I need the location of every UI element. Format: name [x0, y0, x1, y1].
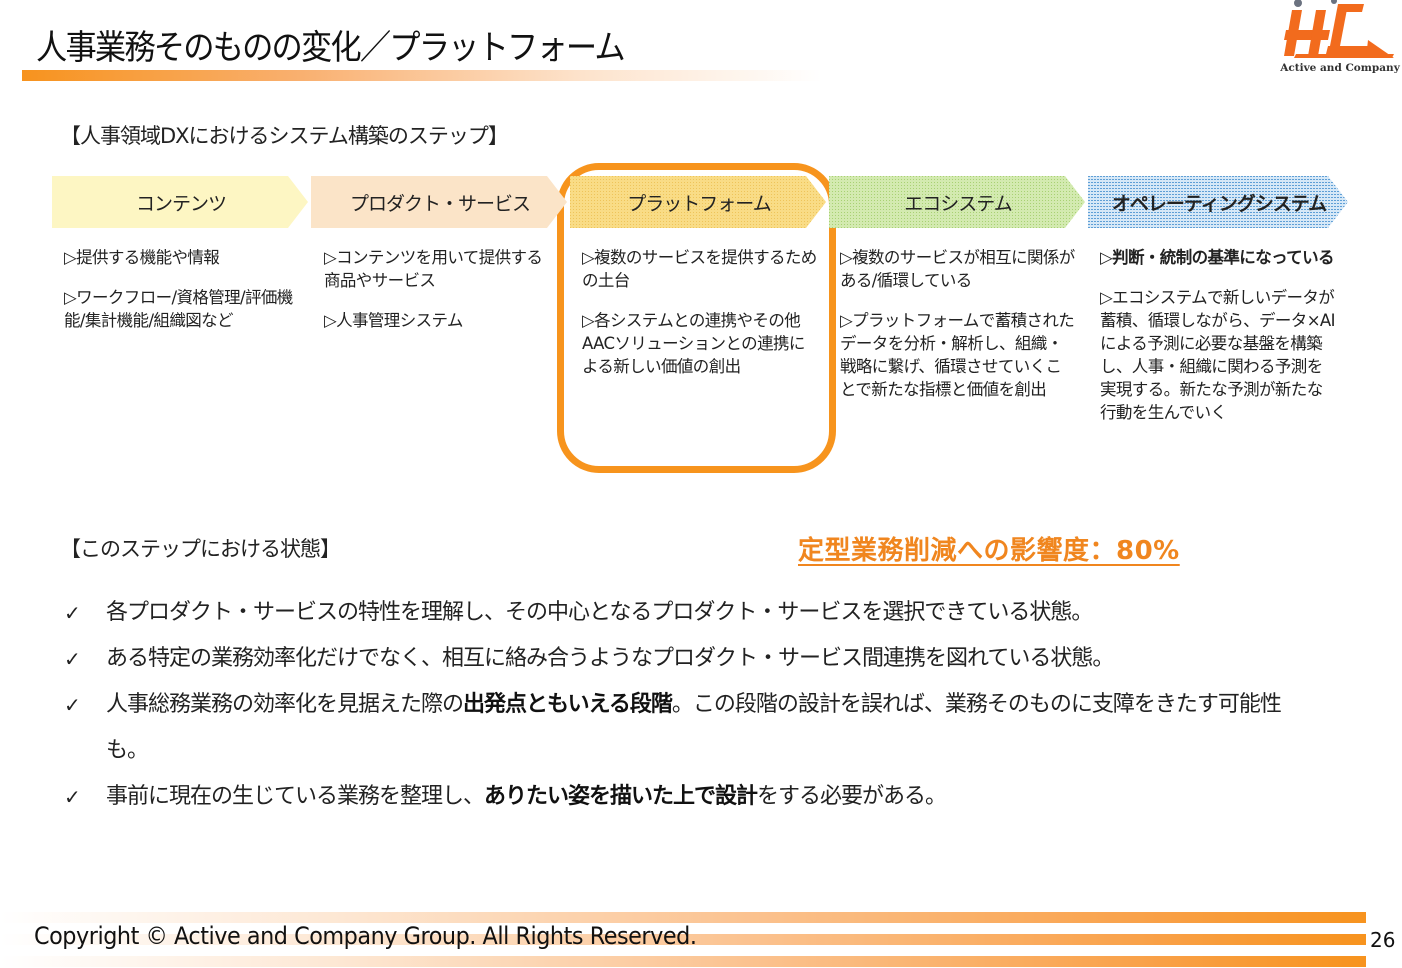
description-item: ▷複数のサービスが相互に関係がある/循環している [840, 248, 1075, 290]
description-item: ▷人事管理システム [324, 311, 463, 330]
step-description-platform: ▷複数のサービスを提供するための土台 ▷各システムとの連携やその他AACソリュー… [582, 246, 818, 395]
step-label: プラットフォーム [627, 192, 771, 215]
checklist-text: ある特定の業務効率化だけでなく、相互に絡み合うようなプロダクト・サービス間連携を… [106, 636, 1354, 682]
step-ecosystem: エコシステム [829, 176, 1087, 228]
checklist-item: ✓ 各プロダクト・サービスの特性を理解し、その中心となるプロダクト・サービスを選… [64, 590, 1354, 636]
description-item: ▷コンテンツを用いて提供する商品やサービス [324, 248, 543, 290]
step-platform: プラットフォーム [570, 176, 828, 228]
description-item: ▷各システムとの連携やその他AACソリューションとの連携による新しい価値の創出 [582, 311, 805, 376]
checklist-item: ✓ 人事総務業務の効率化を見据えた際の出発点ともいえる段階。この段階の設計を誤れ… [64, 682, 1354, 774]
impact-rate-label: 定型業務削減への影響度：80% [798, 536, 1180, 566]
text-segment: 事前に現在の生じている業務を整理し、 [106, 784, 485, 809]
step-label: エコシステム [904, 192, 1012, 215]
steps-section-title: 【人事領域DXにおけるシステム構築のステップ】 [60, 124, 509, 148]
title-underline-bar [22, 70, 822, 81]
checklist-item: ✓ ある特定の業務効率化だけでなく、相互に絡み合うようなプロダクト・サービス間連… [64, 636, 1354, 682]
checklist-text: 事前に現在の生じている業務を整理し、ありたい姿を描いた上で設計をする必要がある。 [106, 774, 1354, 820]
page-number: 26 [1370, 928, 1396, 952]
step-description-ecosystem: ▷複数のサービスが相互に関係がある/循環している ▷プラットフォームで蓄積された… [840, 246, 1076, 418]
description-item: ▷プラットフォームで蓄積されたデータを分析・解析し、組織・戦略に繋げ、循環させて… [840, 311, 1075, 399]
copyright-text: Copyright © Active and Company Group. Al… [34, 922, 697, 950]
checkmark-icon: ✓ [64, 785, 81, 809]
description-item: ▷複数のサービスを提供するための土台 [582, 248, 817, 290]
bold-text-segment: ありたい姿を描いた上で設計 [484, 784, 758, 809]
text-segment: 各プロダクト・サービスの特性を理解し、その中心となるプロダクト・サービスを選択で… [106, 600, 1093, 625]
checkmark-icon: ✓ [64, 693, 81, 717]
checkmark-icon: ✓ [64, 601, 81, 625]
step-description-product-service: ▷コンテンツを用いて提供する商品やサービス ▷人事管理システム [324, 246, 556, 349]
footer-bar [0, 956, 1366, 967]
step-label: オペレーティングシステム [1111, 192, 1327, 215]
step-description-operating-system: ▷判断・統制の基準になっている ▷エコシステムで新しいデータが蓄積、循環しながら… [1100, 246, 1336, 441]
text-segment: ある特定の業務効率化だけでなく、相互に絡み合うようなプロダクト・サービス間連携を… [106, 646, 1114, 671]
step-label: プロダクト・サービス [349, 192, 531, 215]
step-operating-system: オペレーティングシステム [1088, 176, 1350, 228]
state-checklist: ✓ 各プロダクト・サービスの特性を理解し、その中心となるプロダクト・サービスを選… [64, 590, 1354, 820]
step-contents: コンテンツ [52, 176, 310, 228]
description-item: ▷提供する機能や情報 [64, 248, 220, 267]
description-item: ▷ワークフロー/資格管理/評価機能/集計機能/組織図など [64, 288, 293, 330]
description-item: ▷エコシステムで新しいデータが蓄積、循環しながら、データ×AIによる予測に必要な… [1100, 288, 1335, 422]
text-segment: 人事総務業務の効率化を見据えた際の [106, 692, 464, 717]
checklist-text: 各プロダクト・サービスの特性を理解し、その中心となるプロダクト・サービスを選択で… [106, 590, 1354, 636]
checklist-text: 人事総務業務の効率化を見据えた際の出発点ともいえる段階。この段階の設計を誤れば、… [106, 682, 1354, 774]
bold-text-segment: 出発点ともいえる段階 [463, 692, 673, 717]
step-label: コンテンツ [135, 192, 227, 215]
checkmark-icon: ✓ [64, 647, 81, 671]
page-title: 人事業務そのものの変化／プラットフォーム [36, 28, 626, 68]
description-item: ▷判断・統制の基準になっている [1100, 248, 1334, 267]
step-flow: コンテンツ プロダクト・サービス プラットフォーム エコシステム オペレーティン… [52, 176, 1352, 228]
step-product-service: プロダクト・サービス [311, 176, 569, 228]
state-section-title: 【このステップにおける状態】 [60, 537, 341, 561]
checklist-item: ✓ 事前に現在の生じている業務を整理し、ありたい姿を描いた上で設計をする必要があ… [64, 774, 1354, 820]
logo-text: Active and Company [1280, 62, 1400, 74]
text-segment: をする必要がある。 [757, 784, 947, 809]
step-description-contents: ▷提供する機能や情報 ▷ワークフロー/資格管理/評価機能/集計機能/組織図など [64, 246, 300, 349]
